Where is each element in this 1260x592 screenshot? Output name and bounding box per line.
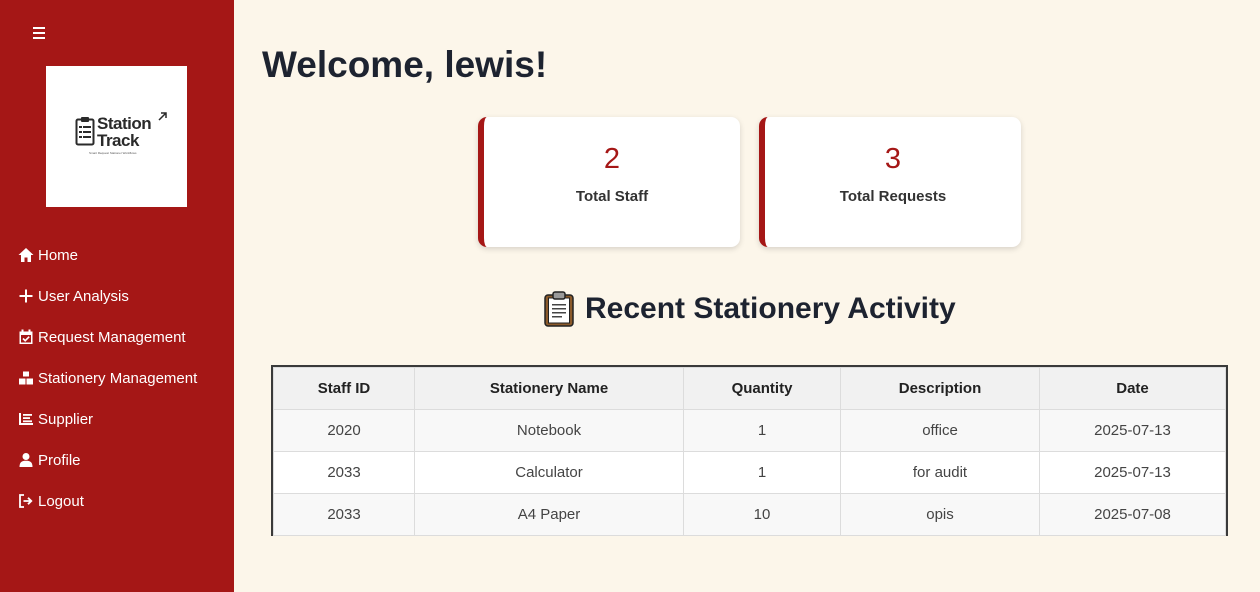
sidebar-item-label: User Analysis	[38, 287, 129, 305]
clipboard-icon	[544, 291, 574, 327]
stat-label: Total Requests	[839, 188, 947, 205]
sidebar-item-label: Logout	[38, 492, 84, 510]
table-cell: 2025-07-08	[1039, 493, 1226, 536]
logo-text-line2: Track	[97, 131, 139, 150]
sidebar-item-user-analysis[interactable]: User Analysis	[17, 283, 129, 309]
logo-tagline: Smart Request Stationer Workflows	[89, 151, 137, 155]
section-title-text: Recent Stationery Activity	[585, 292, 956, 325]
menu-toggle-icon[interactable]	[31, 23, 49, 43]
column-header[interactable]: Stationery Name	[414, 367, 684, 410]
calendar-check-icon	[17, 328, 35, 346]
table-cell: 10	[683, 493, 841, 536]
table-row: 2033 A4 Paper 10 opis 2025-07-08	[273, 493, 1226, 536]
table-cell: 2033	[273, 451, 415, 494]
section-title: Recent Stationery Activity	[543, 290, 956, 328]
sidebar-item-label: Profile	[38, 451, 81, 469]
table-cell: 2020	[273, 409, 415, 452]
table-header-row: Staff ID Stationery Name Quantity Descri…	[273, 367, 1226, 410]
clipboard-list-icon	[75, 117, 95, 146]
table-cell: Notebook	[414, 409, 684, 452]
sidebar-item-supplier[interactable]: Supplier	[17, 406, 93, 432]
table-cell: 1	[683, 409, 841, 452]
column-header[interactable]: Description	[840, 367, 1040, 410]
column-header[interactable]: Staff ID	[273, 367, 415, 410]
activity-table: Staff ID Stationery Name Quantity Descri…	[271, 365, 1228, 536]
table-cell: 1	[683, 451, 841, 494]
table-row: 2020 Notebook 1 office 2025-07-13	[273, 409, 1226, 452]
stat-label: Total Staff	[575, 188, 649, 205]
home-icon	[17, 246, 35, 264]
sidebar-item-profile[interactable]: Profile	[17, 447, 81, 473]
stat-value: 3	[884, 143, 902, 175]
table-cell: 2033	[273, 493, 415, 536]
sidebar-item-label: Supplier	[38, 410, 94, 428]
sidebar-item-label: Request Management	[38, 328, 186, 346]
sidebar-item-logout[interactable]: Logout	[17, 488, 84, 514]
stat-card-total-requests: 3 Total Requests	[759, 117, 1021, 247]
sidebar-item-label: Stationery Management	[38, 369, 198, 387]
table-cell: A4 Paper	[414, 493, 684, 536]
table-cell: 2025-07-13	[1039, 451, 1226, 494]
signal-icon	[158, 112, 167, 121]
user-icon	[17, 451, 35, 469]
sidebar-item-label: Home	[38, 246, 79, 264]
table-cell: office	[840, 409, 1040, 452]
page-title: Welcome, lewis!	[262, 44, 548, 85]
table-cell: opis	[840, 493, 1040, 536]
sidebar: Station Track Smart Request Stationer Wo…	[0, 0, 234, 592]
stat-card-total-staff: 2 Total Staff	[478, 117, 740, 247]
sidebar-item-stationery-management[interactable]: Stationery Management	[17, 365, 197, 391]
stat-value: 2	[603, 143, 621, 175]
list-icon	[17, 410, 35, 428]
boxes-icon	[17, 369, 35, 387]
logo: Station Track Smart Request Stationer Wo…	[46, 66, 187, 207]
plus-icon	[17, 287, 35, 305]
column-header[interactable]: Quantity	[683, 367, 841, 410]
sidebar-item-home[interactable]: Home	[17, 242, 78, 268]
logout-icon	[17, 492, 35, 510]
table-row: 2033 Calculator 1 for audit 2025-07-13	[273, 451, 1226, 494]
table-cell: for audit	[840, 451, 1040, 494]
table-cell: 2025-07-13	[1039, 409, 1226, 452]
column-header[interactable]: Date	[1039, 367, 1226, 410]
table-cell: Calculator	[414, 451, 684, 494]
sidebar-item-request-management[interactable]: Request Management	[17, 324, 186, 350]
